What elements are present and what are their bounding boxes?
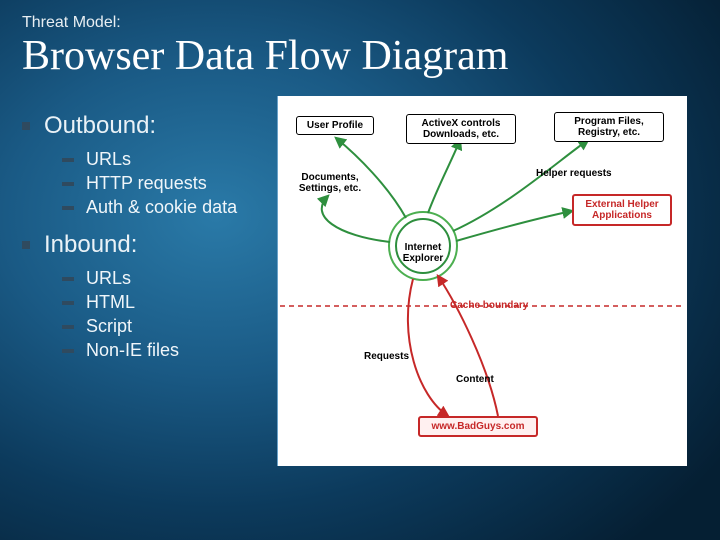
slide: Threat Model: Browser Data Flow Diagram …	[0, 0, 720, 540]
node-program-files: Program Files, Registry, etc.	[554, 112, 664, 142]
bullet-bar-icon	[62, 325, 74, 329]
list-item: Non-IE files	[62, 339, 277, 363]
bullet-bar-icon	[62, 182, 74, 186]
slide-title: Browser Data Flow Diagram	[22, 34, 698, 78]
bullet-bar-icon	[62, 158, 74, 162]
section-heading-text: Inbound:	[44, 231, 137, 259]
diagram-svg	[278, 96, 688, 466]
bullet-bar-icon	[62, 206, 74, 210]
section-heading-inbound: Inbound:	[22, 231, 277, 259]
bullet-square-icon	[22, 241, 30, 249]
data-flow-diagram: User Profile ActiveX controls Downloads,…	[277, 96, 687, 466]
arrow-icon	[456, 211, 572, 241]
arrow-red-icon	[438, 276, 498, 416]
diagram-panel: User Profile ActiveX controls Downloads,…	[277, 96, 698, 466]
node-external-helper: External Helper Applications	[572, 194, 672, 226]
node-badguys: www.BadGuys.com	[418, 416, 538, 437]
bullet-column: Outbound: URLs HTTP requests Auth & cook…	[22, 96, 277, 466]
arrow-icon	[322, 196, 390, 242]
node-activex: ActiveX controls Downloads, etc.	[406, 114, 516, 144]
bullet-bar-icon	[62, 349, 74, 353]
list-item: Auth & cookie data	[62, 196, 277, 220]
slide-pretitle: Threat Model:	[22, 14, 698, 32]
list-item: HTML	[62, 291, 277, 315]
bullet-square-icon	[22, 122, 30, 130]
arrow-red-icon	[408, 279, 448, 416]
node-user-profile: User Profile	[296, 116, 374, 135]
label-requests: Requests	[364, 351, 409, 362]
list-item: Script	[62, 315, 277, 339]
inbound-list: URLs HTML Script Non-IE files	[62, 267, 277, 362]
label-internet-explorer: Internet Explorer	[396, 242, 450, 264]
arrow-icon	[428, 140, 460, 213]
bullet-bar-icon	[62, 277, 74, 281]
label-helper-requests: Helper requests	[536, 168, 612, 179]
list-item: URLs	[62, 267, 277, 291]
arrow-icon	[453, 140, 588, 231]
content-area: Outbound: URLs HTTP requests Auth & cook…	[22, 96, 698, 466]
label-cache-boundary: Cache boundary	[450, 300, 528, 311]
list-item: URLs	[62, 148, 277, 172]
bullet-bar-icon	[62, 301, 74, 305]
section-heading-text: Outbound:	[44, 112, 156, 140]
outbound-list: URLs HTTP requests Auth & cookie data	[62, 148, 277, 219]
section-heading-outbound: Outbound:	[22, 112, 277, 140]
label-documents: Documents, Settings, etc.	[288, 172, 372, 194]
list-item: HTTP requests	[62, 172, 277, 196]
label-content: Content	[456, 374, 494, 385]
